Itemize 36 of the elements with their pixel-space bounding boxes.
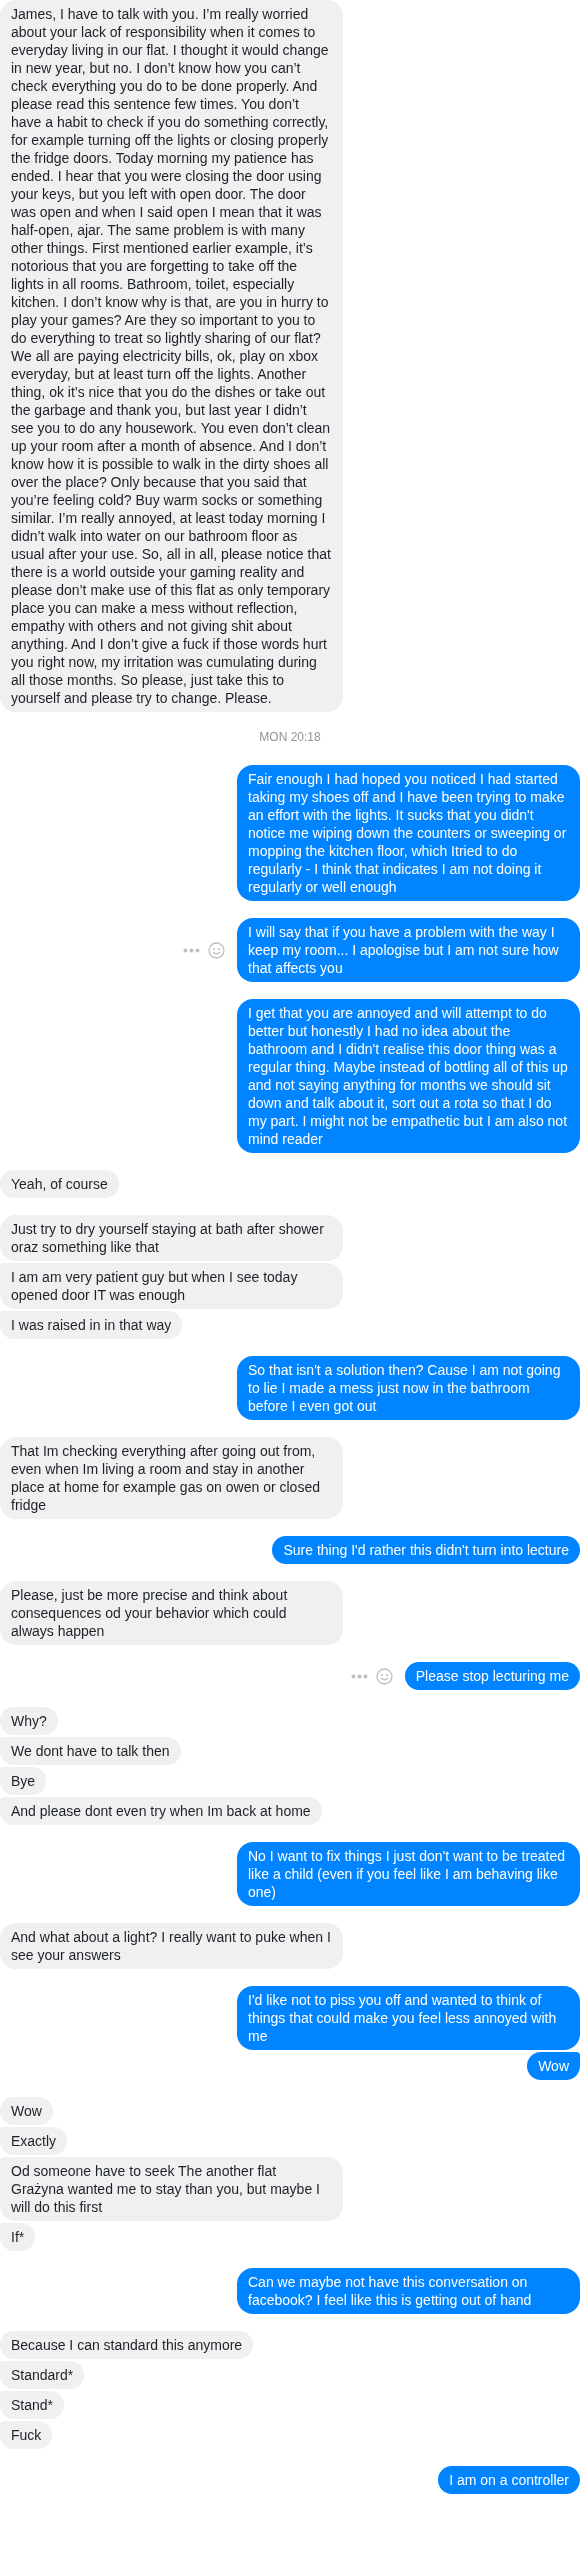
sent-message-bubble: Fair enough I had hoped you noticed I had started taking my shoes off and I have been trying to make an effort with the lights. It sucks that you didn't notice me wiping down the counters or sweeping or mopping the kitchen floor, which Itried to do regularly - I think that indicates I am not doing it regularly or well enough xyxy=(237,765,580,901)
sent-message-bubble: Wow xyxy=(527,2052,580,2080)
sent-message-bubble: I am on a controller xyxy=(438,2466,580,2494)
sent-message-bubble: Sure thing I'd rather this didn't turn into lecture xyxy=(272,1536,580,1564)
received-message-bubble: Bye xyxy=(0,1767,47,1795)
received-message-bubble: Please, just be more precise and think about consequences od your behavior which could always happen xyxy=(0,1581,343,1645)
received-message-bubble: Just try to dry yourself staying at bath after shower oraz something like that xyxy=(0,1215,343,1261)
sent-message-bubble: I get that you are annoyed and will attempt to do better but honestly I had no idea about the bathroom and I didn't realise this door thing was a regular thing. Maybe instead of bottling all of this up and not saying anything for months we should sit down and talk about it, sort out a rota so that I do my part. I might not be empathetic but I am also not mind reader xyxy=(237,999,580,1153)
received-message-bubble: Yeah, of course xyxy=(0,1170,119,1198)
received-message-bubble: Fuck xyxy=(0,2421,53,2449)
received-message-bubble: James, I have to talk with you. I’m really worried about your lack of responsibility when it comes to everyday living in our flat. I thought it would change in new year, but no. I don’t know how you can’t check everything you do to be done properly. And please read this sentence few times. You don’t have a habit to check if you do something correctly, for example turning off the lights or closing properly the fridge doors. Today morning my patience has ended. I hear that you were closing the door using your keys, but you left with open door. The door was open and when I said open I mean that it was half-open, ajar. The same problem is with many other things. First mentioned earlier example, it’s notorious that you are forgetting to take off the lights in all rooms. Bathroom, toilet, especially kitchen. I don’t know why is that, are you in hurry to play your games? Are they so important to you to do everything to treat so lightly sharing of our flat? We all are paying electricity bills, ok, play on xbox everyday, but at least turn off the lights. Another thing, ok it’s nice that you do the dishes or take out the garbage and thank you, but last year I didn’t see you to do any housework. You even don’t clean up your room after a month of absence. And I don’t know how it is possible to walk in the dirty shoes all over the place? Only because that you said that you’re feeling cold? Buy warm socks or something similar. I’m really annoyed, at least today morning I didn’t walk into water on our bathroom floor as usual after your use. So, all in all, please notice that there is a world outside your gaming reality and please don’t make use of this flat as only temporary place you can make a mess without reflection, empathy with others and not giving shit about anything. And I don’t give a fuck if those words hurt you right now, my irritation was cumulating during all those months. So please, just take this to yourself and please try to change. Please. xyxy=(0,0,343,712)
received-message-bubble: And what about a light? I really want to puke when I see your answers xyxy=(0,1923,343,1969)
smiley-icon[interactable] xyxy=(208,941,225,959)
smiley-icon[interactable] xyxy=(375,1667,393,1685)
received-message-bubble: Because I can standard this anymore xyxy=(0,2331,254,2359)
more-icon[interactable] xyxy=(183,947,200,953)
received-message-bubble: I am am very patient guy but when I see today opened door IT was enough xyxy=(0,1263,343,1309)
received-message-bubble: Standard* xyxy=(0,2361,85,2389)
received-message-bubble: Wow xyxy=(0,2097,53,2125)
received-message-bubble: Stand* xyxy=(0,2391,65,2419)
received-message-bubble: Od someone have to seek The another flat Grażyna wanted me to stay than you, but maybe I will do this first xyxy=(0,2157,343,2221)
received-message-bubble: Why? xyxy=(0,1707,58,1735)
timestamp: MON 20:18 xyxy=(259,729,321,746)
received-message-bubble: If* xyxy=(0,2223,36,2251)
sent-message-bubble: Can we maybe not have this conversation on facebook? I feel like this is getting out of hand xyxy=(237,2268,580,2314)
sent-message-bubble: So that isn't a solution then? Cause I am not going to lie I made a mess just now in the bathroom before I even got out xyxy=(237,1356,580,1420)
sent-message-bubble: I'd like not to piss you off and wanted to think of things that could make you feel less annoyed with me xyxy=(237,1986,580,2050)
sent-message-bubble: I will say that if you have a problem with the way I keep my room... I apologise but I am not sure how that affects you xyxy=(237,918,580,982)
sent-message-bubble: No I want to fix things I just don't want to be treated like a child (even if you feel like I am behaving like one) xyxy=(237,1842,580,1906)
received-message-bubble: I was raised in in that way xyxy=(0,1311,183,1339)
received-message-bubble: That Im checking everything after going out from, even when Im living a room and stay in another place at home for example gas on owen or closed fridge xyxy=(0,1437,343,1519)
sent-message-bubble: Please stop lecturing me xyxy=(404,1662,580,1690)
received-message-bubble: We dont have to talk then xyxy=(0,1737,181,1765)
received-message-bubble: Exactly xyxy=(0,2127,68,2155)
received-message-bubble: And please dont even try when Im back at home xyxy=(0,1797,322,1825)
more-icon[interactable] xyxy=(350,1673,368,1679)
